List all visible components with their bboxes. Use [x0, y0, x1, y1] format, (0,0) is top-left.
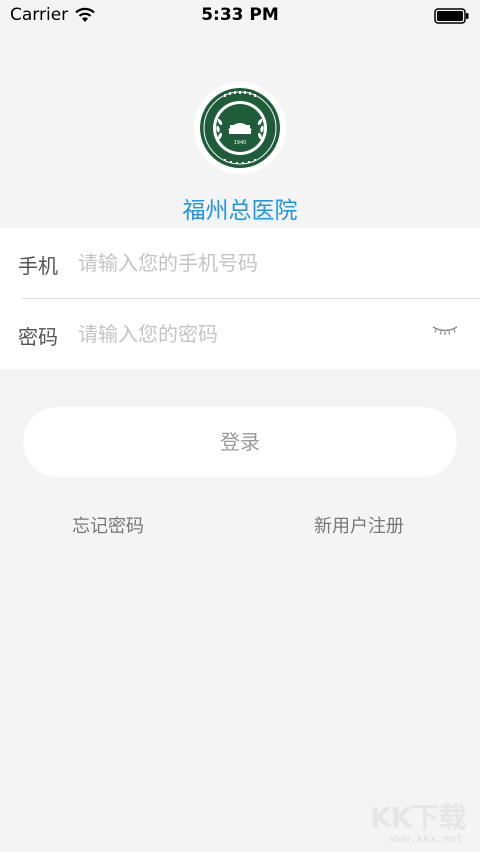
watermark: KK下载 www.kkx.net: [362, 794, 480, 852]
register-link[interactable]: 新用户注册: [314, 512, 404, 538]
hospital-logo: 1940: [194, 82, 286, 174]
watermark-text: KK下载: [370, 801, 466, 834]
phone-input[interactable]: [78, 244, 408, 282]
password-label: 密码: [18, 325, 58, 349]
phone-row: 手机: [0, 228, 480, 298]
password-input[interactable]: [78, 315, 408, 353]
login-form: 手机 密码: [0, 228, 480, 369]
status-time: 5:33 PM: [201, 5, 279, 25]
login-screen: Carrier 5:33 PM 1940 福州总医院 手机 请输入您的手机号码 …: [0, 0, 480, 852]
battery-icon: [434, 8, 469, 24]
forgot-password-link[interactable]: 忘记密码: [72, 512, 144, 538]
eye-closed-icon[interactable]: [431, 324, 459, 338]
logo-year: 1940: [234, 140, 247, 146]
watermark-url: www.kkx.net: [390, 832, 463, 845]
hospital-name: 福州总医院: [182, 198, 298, 224]
login-button[interactable]: 登录: [23, 407, 457, 477]
status-bar: Carrier 5:33 PM: [0, 0, 480, 32]
password-row: 密码: [0, 299, 480, 369]
phone-label: 手机: [18, 254, 58, 278]
